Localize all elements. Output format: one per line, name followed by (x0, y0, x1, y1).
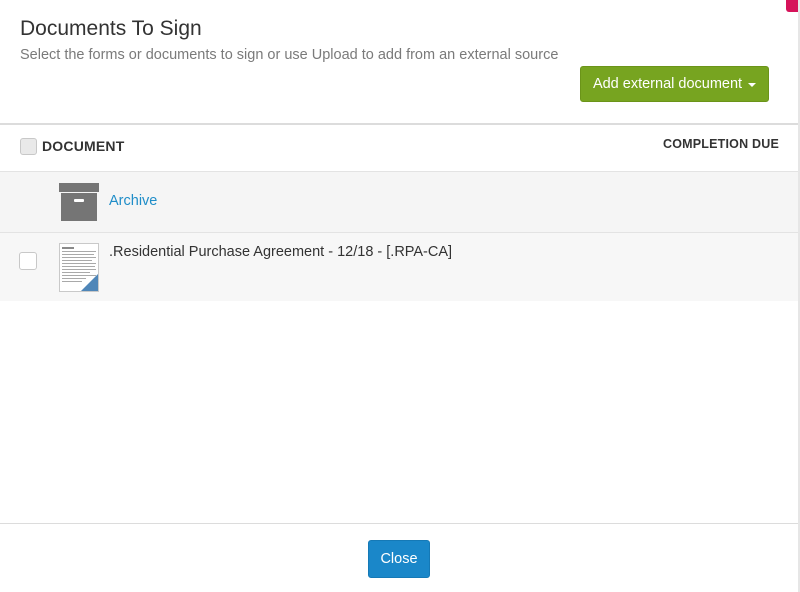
add-external-document-button[interactable]: Add external document (580, 66, 769, 102)
column-header-document: DOCUMENT (42, 138, 125, 154)
document-name[interactable]: .Residential Purchase Agreement - 12/18 … (109, 244, 452, 260)
footer-divider (0, 523, 800, 524)
dialog-header: Documents To Sign Select the forms or do… (0, 0, 800, 124)
table-header: DOCUMENT COMPLETION DUE (0, 125, 800, 172)
folder-row-archive[interactable]: Archive (0, 172, 800, 233)
column-header-completion-due: COMPLETION DUE (663, 137, 779, 151)
archive-box-icon (59, 183, 99, 221)
select-all-checkbox[interactable] (20, 138, 37, 155)
page-title: Documents To Sign (20, 17, 202, 40)
document-thumbnail-icon (59, 243, 99, 292)
add-external-document-label: Add external document (592, 76, 743, 92)
archive-folder-link[interactable]: Archive (109, 193, 157, 209)
dialog-subtitle: Select the forms or documents to sign or… (20, 47, 559, 63)
document-row[interactable]: .Residential Purchase Agreement - 12/18 … (0, 233, 800, 301)
close-button[interactable]: Close (368, 540, 430, 578)
caret-down-icon (748, 82, 757, 87)
documents-to-sign-dialog: Documents To Sign Select the forms or do… (0, 0, 800, 592)
document-row-checkbox[interactable] (19, 252, 37, 270)
